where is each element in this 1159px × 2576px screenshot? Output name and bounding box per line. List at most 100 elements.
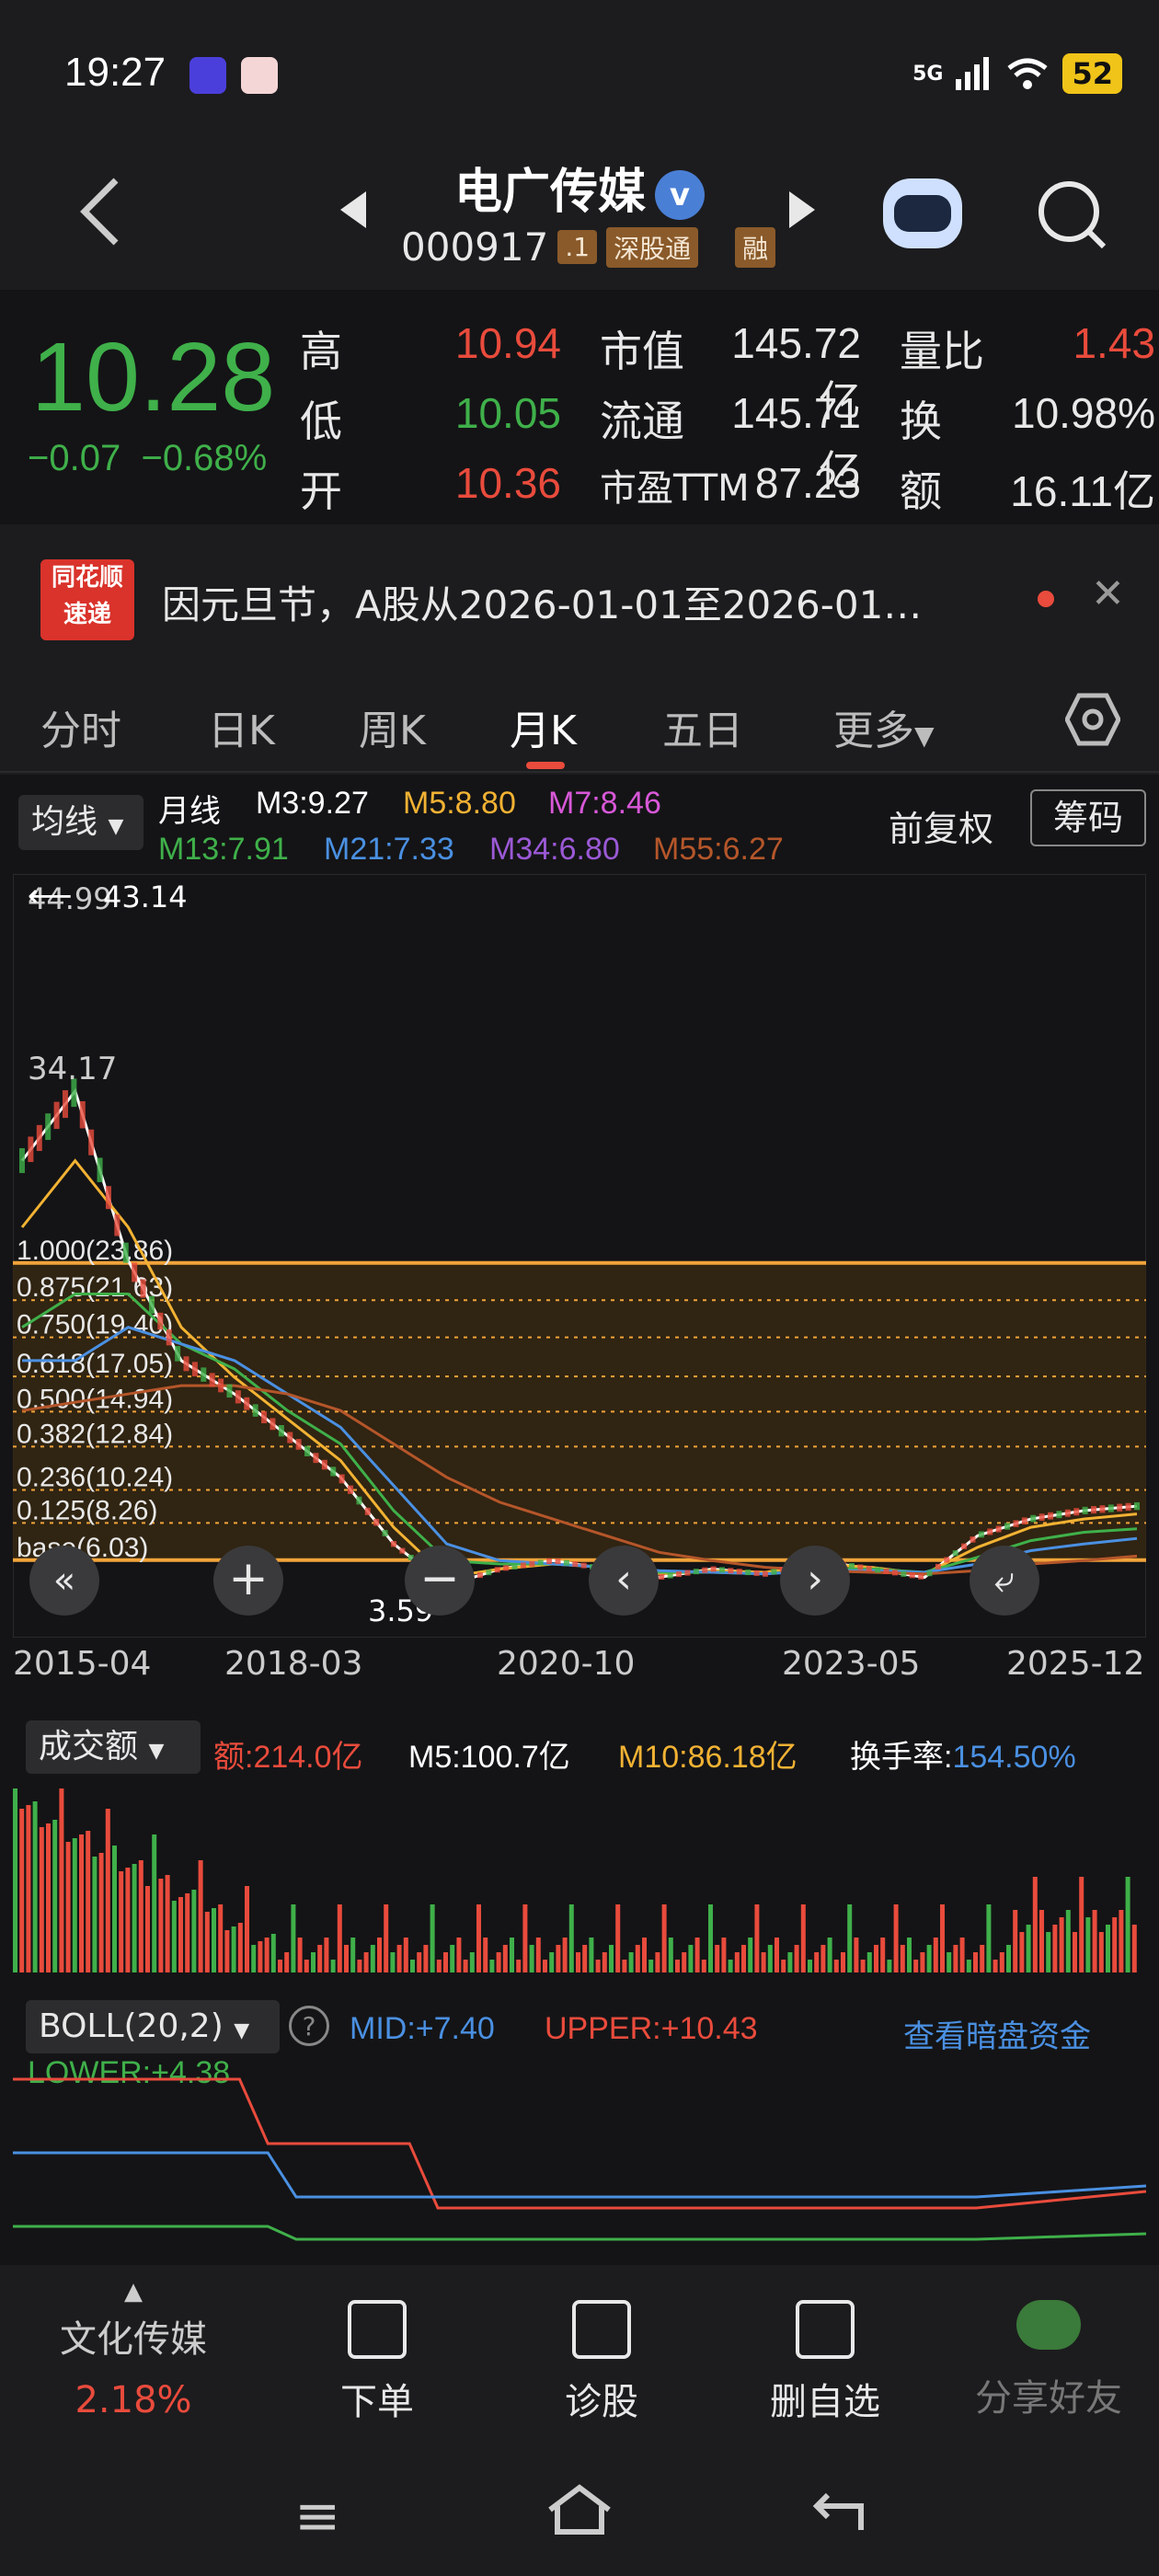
- volume-bar: [212, 1908, 216, 1972]
- candle-bar: [494, 1567, 500, 1573]
- volume-bar: [661, 1904, 667, 1972]
- candle-bar: [399, 1547, 406, 1554]
- volume-bar: [748, 1938, 753, 1972]
- volume-m5: M5:100.7亿: [408, 1740, 570, 1775]
- volume-bar: [270, 1934, 276, 1972]
- close-icon[interactable]: ✕: [1091, 570, 1125, 617]
- volume-bar: [483, 1938, 488, 1972]
- volume-bar: [1059, 1917, 1064, 1972]
- indicator-select-boll-label: BOLL(20,2): [39, 2007, 224, 2045]
- high-label: 高: [300, 327, 342, 376]
- back-nav-icon[interactable]: [809, 2484, 870, 2536]
- volume-bar: [668, 1938, 673, 1972]
- volume-bar: [535, 1938, 541, 1972]
- zoom-in-icon[interactable]: +: [213, 1546, 283, 1616]
- volume-bar: [595, 1960, 601, 1972]
- diagnose-button[interactable]: 诊股: [537, 2300, 666, 2425]
- sector-button[interactable]: ▲ 文化传媒 2.18%: [37, 2278, 230, 2421]
- news-headline[interactable]: 因元旦节，A股从2026-01-01至2026-01…: [162, 574, 1030, 630]
- zoom-out-icon[interactable]: −: [405, 1546, 475, 1616]
- volume-bar: [543, 1960, 547, 1972]
- candle-bar: [901, 1570, 907, 1577]
- help-icon[interactable]: ?: [289, 2006, 329, 2046]
- turnover-value: 10.98%: [1011, 389, 1155, 437]
- share-label: 分享好友: [975, 2377, 1122, 2420]
- candle-bar: [330, 1466, 337, 1477]
- volume-bar: [893, 1904, 899, 1972]
- order-button[interactable]: 下单: [313, 2300, 442, 2425]
- verified-icon: v: [655, 170, 705, 220]
- volume-chart[interactable]: [13, 1781, 1146, 1974]
- remove-watchlist-button[interactable]: 删自选: [756, 2300, 894, 2425]
- candle-bar: [763, 1570, 768, 1577]
- tab-more[interactable]: 更多▼: [833, 697, 935, 756]
- volume-bar: [125, 1868, 131, 1972]
- adjust-mode[interactable]: 前复权: [889, 800, 993, 851]
- next-stock-icon[interactable]: [789, 191, 815, 228]
- volume-bar: [1112, 1917, 1118, 1972]
- volume-bar: [119, 1871, 124, 1972]
- share-button[interactable]: 分享好友: [966, 2300, 1131, 2421]
- rewind-icon[interactable]: «: [29, 1546, 99, 1616]
- open-value: 10.36: [454, 459, 561, 507]
- candle-bar: [745, 1570, 752, 1576]
- chip-button[interactable]: 筹码: [1030, 789, 1146, 846]
- search-icon[interactable]: [1034, 177, 1109, 252]
- volume-bar: [251, 1945, 257, 1972]
- tag-connect: 深股通: [606, 226, 699, 268]
- candle-bar: [771, 1569, 777, 1575]
- volume-bar: [589, 1938, 594, 1972]
- fib-layer: 1.000(23.86)0.875(21.63)0.750(19.40)0.61…: [13, 1236, 1146, 1563]
- candle-bar: [511, 1563, 518, 1570]
- home-icon[interactable]: [545, 2482, 614, 2537]
- turnover-rate-value: 154.50%: [952, 1740, 1076, 1775]
- mcap-label: 市值: [600, 327, 684, 376]
- volume-bar: [224, 1930, 230, 1972]
- kline-chart[interactable]: 1.000(23.86)0.875(21.63)0.750(19.40)0.61…: [13, 874, 1146, 1638]
- stock-title: 电广传媒 v: [0, 153, 1159, 222]
- settings-icon[interactable]: [1065, 692, 1120, 747]
- indicator-select-volume[interactable]: 成交额 ▼: [26, 1720, 201, 1774]
- volume-bar: [1013, 1910, 1018, 1972]
- scroll-right-icon[interactable]: ›: [780, 1546, 850, 1616]
- volume-bar: [1119, 1910, 1124, 1972]
- tab-weekly[interactable]: 周K: [359, 697, 426, 756]
- candle-bar: [1013, 1520, 1019, 1527]
- tab-daily[interactable]: 日K: [208, 697, 275, 756]
- ai-assistant-face: [894, 195, 951, 232]
- volume-bar: [264, 1938, 270, 1972]
- reset-view-icon[interactable]: ⤶: [970, 1546, 1039, 1616]
- candle-bar: [166, 1328, 172, 1346]
- volume-bar: [847, 1904, 853, 1972]
- tab-monthly[interactable]: 月K: [510, 697, 577, 756]
- tab-five-day[interactable]: 五日: [662, 697, 743, 756]
- status-time: 19:27: [64, 50, 166, 95]
- app-notification-icon: [189, 57, 226, 94]
- volume-bar: [337, 1904, 342, 1972]
- change-value: −0.07: [28, 438, 121, 478]
- volume-bar: [191, 1890, 197, 1972]
- remove-label: 删自选: [770, 2381, 880, 2423]
- volume-bar: [953, 1945, 958, 1972]
- avatar-notification-icon: [241, 57, 278, 94]
- volume-bar: [655, 1952, 660, 1972]
- candle-bar: [321, 1459, 327, 1470]
- candle-bar: [1056, 1511, 1062, 1519]
- ma-selector[interactable]: 均线 ▼: [18, 795, 143, 850]
- menu-icon[interactable]: ≡: [294, 2484, 340, 2548]
- tab-intraday[interactable]: 分时: [40, 697, 121, 756]
- candle-bar: [503, 1565, 510, 1571]
- volume-bar: [178, 1897, 183, 1972]
- candle-bar: [659, 1574, 665, 1581]
- volume-bar: [947, 1952, 952, 1972]
- scroll-left-icon[interactable]: ‹: [589, 1546, 659, 1616]
- volume-bar: [291, 1904, 296, 1972]
- volume-bar: [986, 1904, 992, 1972]
- volume-bar: [887, 1960, 892, 1972]
- stock-code: 000917: [401, 224, 549, 270]
- boll-chart[interactable]: [13, 2042, 1146, 2250]
- volume-bar: [734, 1952, 740, 1972]
- candle-bar: [270, 1418, 276, 1431]
- volume-bar: [46, 1823, 51, 1972]
- prev-stock-icon[interactable]: [340, 191, 366, 228]
